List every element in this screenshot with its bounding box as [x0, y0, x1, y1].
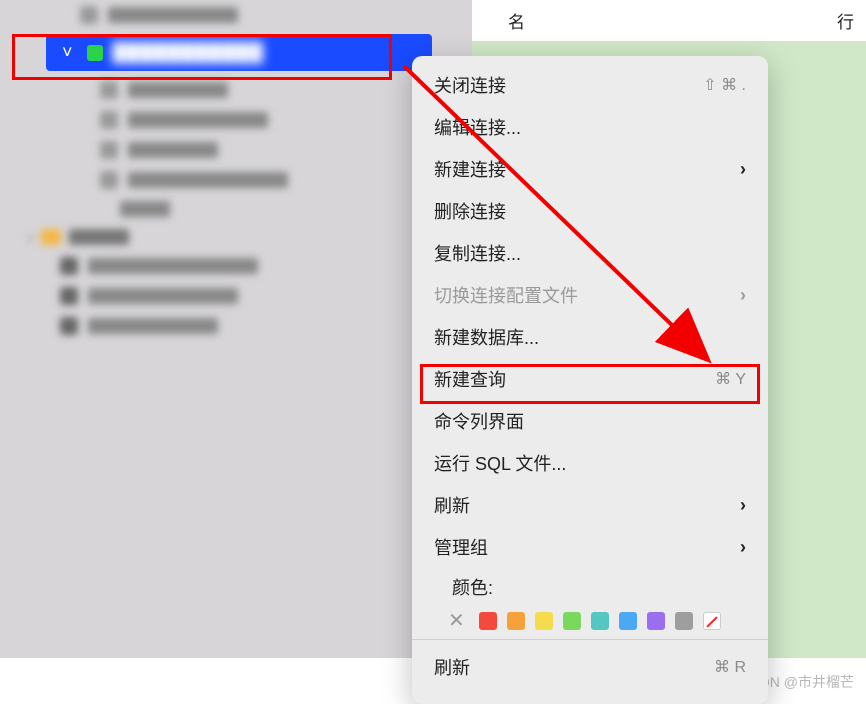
color-swatch[interactable]: [479, 612, 497, 630]
color-section-label: 颜色:: [412, 568, 768, 602]
color-swatch-row: ✕: [412, 602, 768, 633]
menu-refresh[interactable]: 刷新 ›: [412, 484, 768, 526]
shortcut-label: ⇧ ⌘ .: [703, 75, 746, 95]
folder-icon: [41, 229, 61, 245]
sidebar-folder[interactable]: ›: [0, 223, 472, 251]
color-swatch[interactable]: [619, 612, 637, 630]
menu-command-line[interactable]: 命令列界面: [412, 400, 768, 442]
sidebar-item[interactable]: [0, 135, 472, 165]
clear-color-icon[interactable]: ✕: [448, 608, 465, 633]
sidebar-item[interactable]: [0, 165, 472, 195]
context-menu: 关闭连接 ⇧ ⌘ . 编辑连接... 新建连接 › 删除连接 复制连接... 切…: [412, 56, 768, 704]
menu-run-sql-file[interactable]: 运行 SQL 文件...: [412, 442, 768, 484]
sidebar-item-selected[interactable]: ˅ ███████████: [46, 34, 432, 71]
menu-label: 命令列界面: [434, 408, 524, 434]
menu-new-database[interactable]: 新建数据库...: [412, 316, 768, 358]
shortcut-label: ⌘ R: [714, 657, 746, 677]
color-swatch[interactable]: [647, 612, 665, 630]
menu-new-connection[interactable]: 新建连接 ›: [412, 148, 768, 190]
menu-label: 编辑连接...: [434, 114, 521, 140]
menu-delete-connection[interactable]: 删除连接: [412, 190, 768, 232]
sidebar-item[interactable]: [0, 311, 472, 341]
sidebar-item[interactable]: [0, 75, 472, 105]
menu-label: 切换连接配置文件: [434, 282, 578, 308]
column-header-row[interactable]: 行: [837, 8, 854, 33]
table-header: 名 行: [472, 0, 866, 42]
menu-refresh-bottom[interactable]: 刷新 ⌘ R: [412, 646, 768, 688]
sidebar-item[interactable]: [0, 105, 472, 135]
submenu-arrow-icon: ›: [740, 285, 746, 306]
chevron-down-icon: ˅: [62, 42, 73, 63]
menu-close-connection[interactable]: 关闭连接 ⇧ ⌘ .: [412, 64, 768, 106]
menu-separator: [412, 639, 768, 640]
db-status-icon: [87, 45, 103, 61]
menu-switch-profile: 切换连接配置文件 ›: [412, 274, 768, 316]
menu-label: 刷新: [434, 492, 470, 518]
menu-duplicate-connection[interactable]: 复制连接...: [412, 232, 768, 274]
menu-label: 新建数据库...: [434, 324, 539, 350]
menu-label: 管理组: [434, 534, 488, 560]
sidebar-item[interactable]: [0, 281, 472, 311]
column-header-name[interactable]: 名: [508, 8, 525, 33]
color-swatch[interactable]: [507, 612, 525, 630]
submenu-arrow-icon: ›: [740, 537, 746, 558]
menu-label: 关闭连接: [434, 72, 506, 98]
sidebar-item[interactable]: [0, 251, 472, 281]
menu-manage-group[interactable]: 管理组 ›: [412, 526, 768, 568]
menu-label: 新建查询: [434, 366, 506, 392]
menu-new-query[interactable]: 新建查询 ⌘ Y: [412, 358, 768, 400]
menu-edit-connection[interactable]: 编辑连接...: [412, 106, 768, 148]
color-swatch[interactable]: [675, 612, 693, 630]
shortcut-label: ⌘ Y: [715, 369, 746, 389]
no-color-swatch[interactable]: [703, 612, 721, 630]
connection-sidebar: ˅ ███████████ ›: [0, 0, 472, 658]
connection-label: ███████████: [113, 42, 264, 63]
menu-label: 删除连接: [434, 198, 506, 224]
menu-label: 运行 SQL 文件...: [434, 450, 566, 476]
menu-label: 新建连接: [434, 156, 506, 182]
color-swatch[interactable]: [563, 612, 581, 630]
menu-label: 复制连接...: [434, 240, 521, 266]
menu-label: 刷新: [434, 654, 470, 680]
color-swatch[interactable]: [535, 612, 553, 630]
sidebar-item[interactable]: [0, 0, 472, 30]
submenu-arrow-icon: ›: [740, 495, 746, 516]
sidebar-item[interactable]: [0, 195, 472, 223]
submenu-arrow-icon: ›: [740, 159, 746, 180]
color-swatch[interactable]: [591, 612, 609, 630]
chevron-right-icon: ›: [28, 229, 33, 245]
